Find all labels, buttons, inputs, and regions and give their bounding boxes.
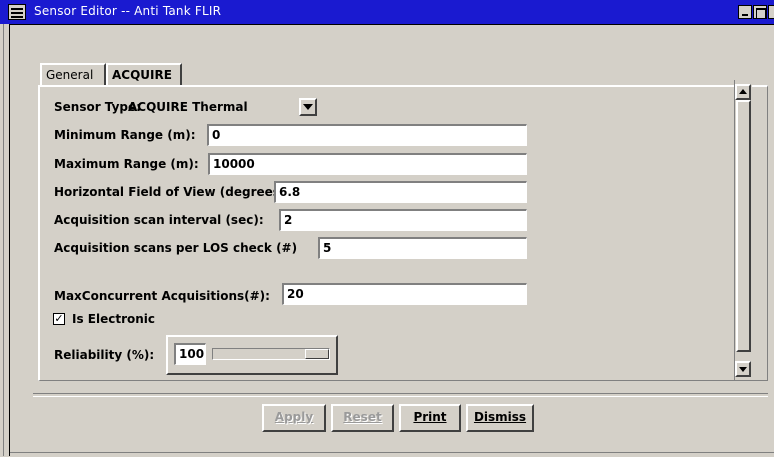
max-concurrent-label: MaxConcurrent Acquisitions(#): (54, 289, 270, 303)
arrow-up-icon (739, 89, 747, 94)
scroll-thumb[interactable] (736, 100, 751, 352)
max-concurrent-field[interactable]: 20 (282, 283, 527, 305)
scans-per-los-field[interactable]: 5 (318, 237, 527, 259)
tab-general-label: General (46, 68, 94, 82)
title-bar[interactable]: Sensor Editor -- Anti Tank FLIR (0, 0, 774, 25)
arrow-down-icon (739, 367, 747, 372)
scroll-down-button[interactable] (735, 361, 751, 377)
minimize-icon[interactable] (738, 5, 752, 19)
dismiss-button-label: Dismiss (473, 410, 527, 424)
tab-acquire[interactable]: ACQUIRE (106, 63, 182, 85)
dismiss-button[interactable]: Dismiss (466, 404, 534, 432)
chevron-down-icon (303, 104, 313, 110)
close-icon[interactable] (768, 5, 774, 19)
is-electronic-checkbox[interactable]: ✓ (53, 313, 65, 325)
window-frame-bottom (10, 452, 774, 457)
is-electronic-label: Is Electronic (72, 312, 156, 326)
reset-button[interactable]: Reset (331, 404, 394, 432)
min-range-field[interactable]: 0 (207, 124, 527, 146)
scroll-up-button[interactable] (735, 84, 751, 100)
tab-acquire-label: ACQUIRE (112, 68, 172, 82)
apply-button[interactable]: Apply (262, 404, 326, 432)
reliability-slider[interactable] (212, 348, 330, 360)
sensor-type-value[interactable]: ACQUIRE Thermal (128, 97, 288, 117)
reliability-label: Reliability (%): (54, 348, 155, 362)
apply-button-label: Apply (274, 410, 314, 424)
hfov-label: Horizontal Field of View (degrees): (54, 185, 291, 199)
print-button[interactable]: Print (399, 404, 461, 432)
sensor-type-dropdown[interactable] (299, 98, 317, 116)
reliability-slider-handle[interactable] (305, 349, 329, 359)
sensor-editor-window: Sensor Editor -- Anti Tank FLIR General … (0, 0, 774, 457)
scan-interval-field[interactable]: 2 (279, 209, 527, 231)
button-separator (33, 393, 768, 397)
window-frame-left (0, 24, 10, 456)
min-range-label: Minimum Range (m): (54, 128, 196, 142)
print-button-label: Print (413, 410, 447, 424)
max-range-label: Maximum Range (m): (54, 157, 199, 171)
reset-button-label: Reset (343, 410, 382, 424)
reliability-field[interactable]: 100 (174, 343, 206, 365)
window-title: Sensor Editor -- Anti Tank FLIR (34, 4, 222, 18)
scan-interval-label: Acquisition scan interval (sec): (54, 213, 264, 227)
max-range-field[interactable]: 10000 (208, 153, 527, 175)
window-menu-icon[interactable] (8, 4, 26, 20)
scans-per-los-label: Acquisition scans per LOS check (#) (54, 241, 298, 255)
hfov-field[interactable]: 6.8 (274, 181, 527, 203)
check-icon: ✓ (54, 312, 64, 325)
maximize-icon[interactable] (753, 5, 767, 19)
tab-general[interactable]: General (40, 63, 106, 87)
